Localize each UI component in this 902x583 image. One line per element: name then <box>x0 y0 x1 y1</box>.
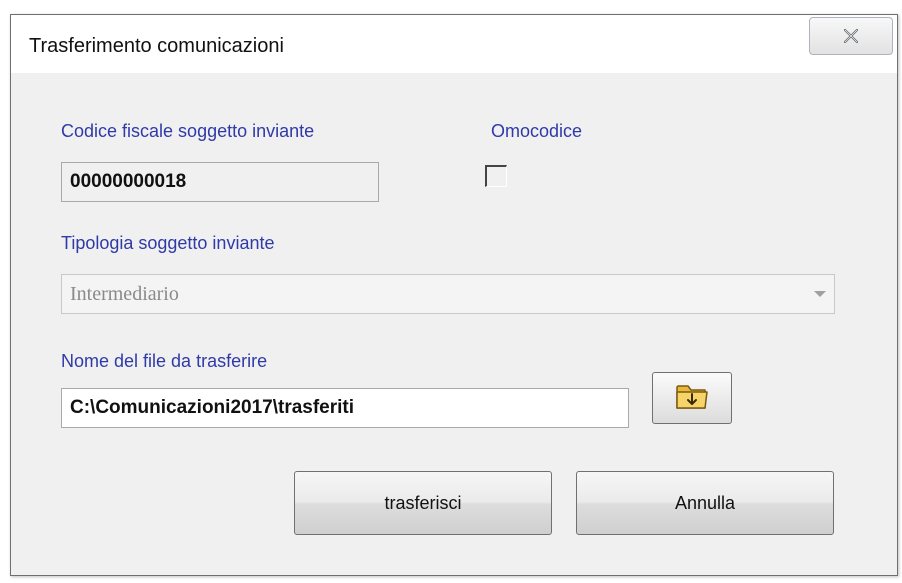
nome-file-label: Nome del file da trasferire <box>61 351 268 371</box>
chevron-down-icon <box>814 291 826 297</box>
browse-button[interactable] <box>652 372 732 424</box>
dialog-window: Trasferimento comunicazioni Codice fisca… <box>10 14 898 576</box>
tipologia-select[interactable]: Intermediario <box>61 274 835 314</box>
codice-fiscale-label: Codice fiscale soggetto inviante <box>61 121 315 141</box>
title-bar: Trasferimento comunicazioni <box>11 15 897 73</box>
codice-fiscale-value: 00000000018 <box>70 171 187 192</box>
dialog-body: Codice fiscale soggetto inviante 0000000… <box>11 73 897 575</box>
folder-import-icon <box>674 380 710 417</box>
transfer-button[interactable]: trasferisci <box>294 471 552 535</box>
omocodice-label: Omocodice <box>491 121 583 141</box>
close-button[interactable] <box>809 17 893 55</box>
nome-file-value: C:\Comunicazioni2017\trasferiti <box>70 397 355 418</box>
window-title: Trasferimento comunicazioni <box>29 35 284 57</box>
cancel-button[interactable]: Annulla <box>576 471 834 535</box>
nome-file-input[interactable]: C:\Comunicazioni2017\trasferiti <box>61 388 629 428</box>
omocodice-checkbox[interactable] <box>485 165 507 187</box>
tipologia-label: Tipologia soggetto inviante <box>61 233 275 253</box>
close-icon <box>840 27 862 45</box>
codice-fiscale-field: 00000000018 <box>61 162 379 202</box>
tipologia-value: Intermediario <box>70 282 179 305</box>
